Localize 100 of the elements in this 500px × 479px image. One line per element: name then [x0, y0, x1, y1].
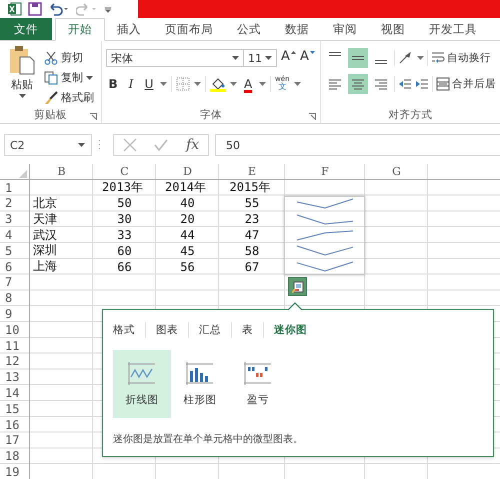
group-label: 字体 [200, 108, 222, 122]
row-header[interactable]: 2 [0, 196, 30, 212]
line-chart-icon [128, 361, 156, 385]
column-header[interactable]: E [219, 164, 285, 180]
ribbon-tab[interactable]: 插入 [105, 18, 153, 40]
ribbon-tab[interactable]: 公式 [225, 18, 273, 40]
increase-font-button[interactable]: A [281, 49, 296, 67]
caret-icon [232, 56, 240, 60]
save-icon[interactable] [28, 2, 42, 16]
align-lines-icon [351, 77, 365, 91]
table-cell: 北京 [33, 195, 57, 212]
sparkline [295, 196, 355, 210]
underline-button[interactable]: U [142, 75, 156, 93]
caret-icon [18, 94, 26, 98]
ribbon-tab[interactable]: 视图 [369, 18, 417, 40]
quick-analysis-button[interactable] [288, 277, 307, 296]
panel-tab[interactable]: 图表 [156, 323, 178, 337]
table-cell: 33 [117, 228, 132, 242]
clipboard-icon [9, 45, 35, 75]
panel-tab[interactable]: 表 [242, 323, 253, 337]
format-painter-button[interactable]: 格式刷 [44, 89, 94, 106]
font-color-button[interactable]: A [241, 75, 256, 93]
panel-tab[interactable]: 迷你图 [274, 323, 307, 337]
sparkline-option[interactable]: 柱形图 [171, 350, 229, 418]
row-header[interactable]: 4 [0, 227, 30, 243]
row-header[interactable]: 9 [0, 306, 30, 322]
formula-field[interactable]: 50 [215, 134, 500, 156]
ribbon-tab[interactable]: 审阅 [321, 18, 369, 40]
column-chart-icon [186, 361, 214, 385]
row-header[interactable]: 17 [0, 432, 30, 448]
cut-button[interactable]: 剪切 [44, 49, 94, 66]
row-header[interactable]: 10 [0, 322, 30, 338]
table-cell: 2014年 [165, 179, 206, 196]
row-header[interactable]: 18 [0, 448, 30, 464]
copy-button[interactable]: 复制 [44, 69, 94, 86]
row-header[interactable]: 11 [0, 338, 30, 354]
row-header[interactable]: 15 [0, 400, 30, 417]
caret-icon[interactable] [230, 82, 238, 86]
panel-tab[interactable]: 格式 [113, 323, 135, 337]
sparkline-option[interactable]: 折线图 [113, 350, 171, 418]
paste-button[interactable]: 粘贴 [4, 45, 40, 107]
column-header[interactable]: B [30, 164, 93, 180]
row-header[interactable]: 12 [0, 354, 30, 370]
align-middle-button[interactable] [348, 48, 368, 68]
panel-tab[interactable]: 汇总 [199, 323, 221, 337]
table-cell: 67 [244, 260, 260, 274]
group-label: 对齐方式 [388, 108, 432, 122]
row-header[interactable]: 19 [0, 464, 30, 479]
caret-icon[interactable] [194, 82, 202, 86]
row-header[interactable]: 13 [0, 369, 30, 386]
decrease-indent-icon[interactable] [398, 77, 412, 91]
dialog-launcher-icon[interactable] [90, 113, 98, 120]
borders-icon[interactable] [176, 77, 190, 91]
caret-icon [78, 143, 85, 147]
italic-button[interactable]: I [124, 75, 138, 93]
column-header[interactable]: C [93, 164, 156, 180]
row-header[interactable]: 16 [0, 416, 30, 433]
column-header[interactable]: F [285, 164, 365, 180]
ribbon-tab[interactable]: 开始 [55, 18, 105, 41]
table-cell: 55 [244, 196, 260, 210]
merge-center-button[interactable]: 合并后居 [436, 76, 496, 92]
table-cell: 2013年 [102, 179, 143, 196]
dialog-launcher-icon[interactable] [309, 113, 316, 120]
font-size-field[interactable]: 11 [243, 49, 278, 67]
file-tab[interactable]: 文件 [0, 18, 52, 40]
bold-button[interactable]: B [106, 75, 120, 93]
excel-logo-icon[interactable] [8, 2, 22, 16]
undo-icon[interactable] [48, 2, 70, 16]
align-center-button[interactable] [348, 74, 368, 94]
ribbon-tab[interactable]: 数据 [273, 18, 321, 40]
column-header[interactable]: D [156, 164, 219, 180]
row-header[interactable]: 6 [0, 258, 30, 275]
merge-cells-icon [436, 77, 450, 91]
table-cell: 23 [244, 212, 260, 226]
insert-function-button[interactable]: fx [186, 137, 200, 153]
caret-icon[interactable] [417, 56, 424, 60]
wrap-text-button[interactable]: 自动换行 [431, 50, 491, 66]
caret-icon [265, 56, 272, 60]
sparkline-option[interactable]: 盈亏 [229, 350, 287, 418]
increase-indent-icon[interactable] [415, 77, 429, 91]
row-header[interactable]: 5 [0, 242, 30, 259]
row-header[interactable]: 1 [0, 180, 30, 196]
fill-color-icon[interactable] [210, 76, 226, 92]
caret-icon[interactable] [294, 82, 301, 86]
caret-icon[interactable] [259, 82, 266, 86]
font-name-field[interactable]: 宋体 [106, 49, 244, 67]
name-box[interactable]: C2 [4, 134, 92, 156]
brush-icon [44, 90, 58, 104]
table-cell: 56 [180, 260, 195, 274]
quick-analysis-icon [292, 280, 304, 292]
caret-icon[interactable] [160, 82, 168, 86]
column-header[interactable]: G [365, 164, 428, 180]
row-header[interactable]: 7 [0, 274, 30, 290]
ribbon-tab[interactable]: 页面布局 [153, 18, 225, 40]
ribbon-tab[interactable]: 开发工具 [417, 18, 489, 40]
row-header[interactable]: 14 [0, 385, 30, 401]
row-header[interactable]: 8 [0, 290, 30, 306]
decrease-font-button[interactable]: A [300, 49, 315, 67]
check-icon[interactable] [154, 138, 168, 152]
row-header[interactable]: 3 [0, 211, 30, 228]
